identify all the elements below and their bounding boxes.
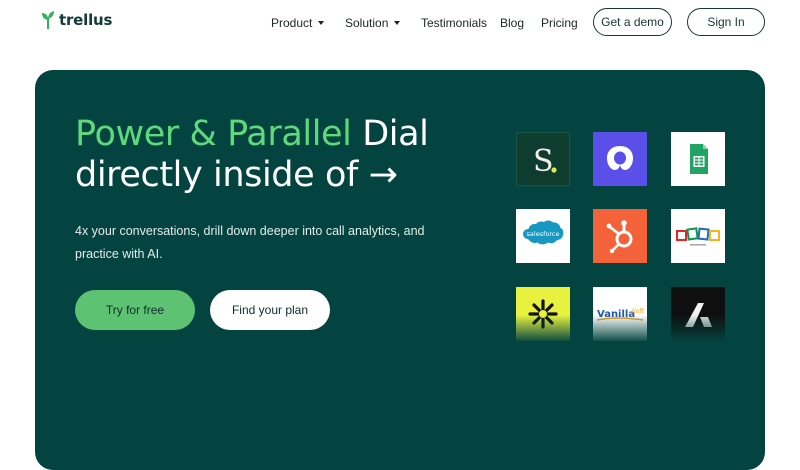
hero-section: Power & Parallel Dial directly inside of… [35, 70, 765, 470]
salesloft-icon: S [533, 144, 557, 179]
nav-item-label: Product [271, 16, 313, 30]
headline-accent: Power & Parallel [75, 114, 352, 154]
nav-links: Product Solution Testimonials Blog Prici… [271, 14, 578, 32]
nav-item-label: Testimonials [421, 16, 488, 30]
hubspot-icon [606, 220, 633, 254]
salesforce-icon: salesforce [523, 220, 564, 245]
trellus-leaf-icon [42, 11, 54, 29]
chevron-down-icon [318, 21, 325, 25]
brand-name: trellus [59, 11, 113, 29]
integration-vanillasoft[interactable]: Vanilla Soft [593, 287, 647, 341]
nav-item-label: Pricing [541, 16, 578, 30]
nav-item-solution[interactable]: Solution [345, 16, 421, 30]
integration-salesloft[interactable]: S [516, 132, 570, 186]
nav-item-blog[interactable]: Blog [500, 16, 541, 30]
vanillasoft-icon: Vanilla Soft [596, 308, 644, 321]
brand-logo[interactable]: trellus [41, 9, 112, 31]
nav-item-product[interactable]: Product [271, 16, 345, 30]
sign-in-button[interactable]: Sign In [687, 8, 765, 36]
nav-item-testimonials[interactable]: Testimonials [421, 16, 500, 30]
headline-text: Dial [351, 114, 429, 154]
find-plan-button[interactable]: Find your plan [210, 290, 330, 330]
nav-item-label: Solution [345, 16, 389, 30]
vanillasoft-wordmark-suffix: Soft [632, 308, 644, 315]
outreach-icon [607, 146, 633, 170]
integration-attio[interactable] [671, 287, 725, 341]
salesloft-letter: S [533, 144, 554, 179]
vanillasoft-wordmark: Vanilla [597, 309, 635, 320]
try-free-button[interactable]: Try for free [75, 290, 195, 330]
integration-outreach[interactable] [593, 132, 647, 186]
sheets-icon [690, 144, 708, 174]
apollo-icon [528, 299, 558, 329]
integration-salesforce[interactable]: salesforce [516, 209, 570, 263]
salesforce-wordmark: salesforce [527, 230, 560, 238]
get-demo-button[interactable]: Get a demo [593, 8, 672, 36]
headline-line-2: directly inside of → [75, 155, 398, 195]
attio-icon [685, 303, 712, 327]
zoho-icon [676, 227, 720, 246]
integration-google-sheets[interactable] [671, 132, 725, 186]
hero-subtext: 4x your conversations, drill down deeper… [75, 224, 425, 261]
integration-zoho[interactable] [671, 209, 725, 263]
integration-apollo[interactable] [516, 287, 570, 341]
hero-headline: Power & Parallel Dial directly inside of… [75, 114, 495, 196]
nav-item-label: Blog [500, 16, 525, 30]
top-navigation: trellus Product Solution Testimonials Bl… [0, 0, 800, 46]
chevron-down-icon [394, 21, 401, 25]
integration-hubspot[interactable] [593, 209, 647, 263]
nav-item-pricing[interactable]: Pricing [541, 16, 578, 30]
